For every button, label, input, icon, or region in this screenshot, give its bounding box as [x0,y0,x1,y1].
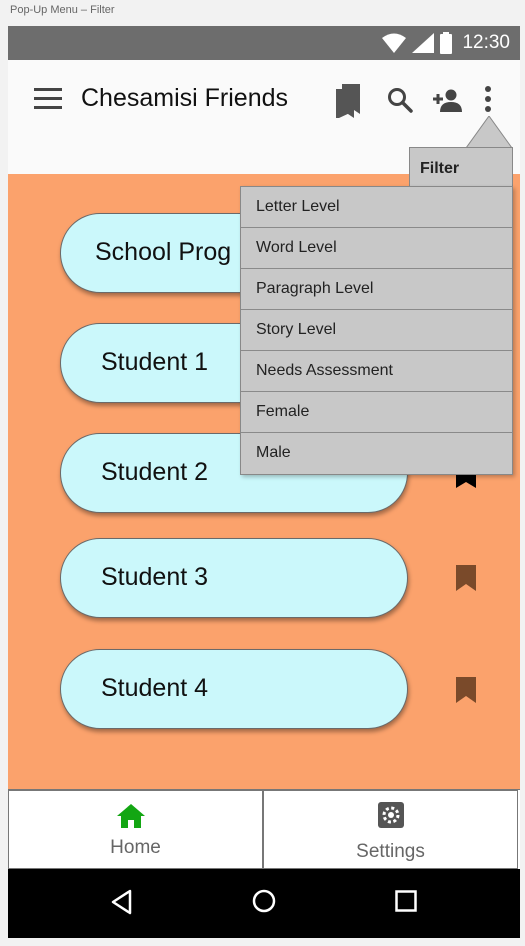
bookmark-icon[interactable] [456,565,476,591]
list-item-student-4[interactable]: Student 4 [60,649,408,729]
bottom-navigation: Home Settings [8,789,520,869]
bookmark-icon[interactable] [456,677,476,703]
menu-icon[interactable] [34,88,62,110]
menu-item-story-level[interactable]: Story Level [241,310,512,351]
list-item-label: Student 2 [101,458,209,486]
nav-home[interactable]: Home [8,790,263,869]
filter-menu: Letter Level Word Level Paragraph Level … [240,186,513,475]
list-item-label: School Prog [95,238,232,266]
menu-item-letter-level[interactable]: Letter Level [241,187,512,228]
filter-menu-title: Filter [420,160,460,177]
phone-screen: 12:30 Chesamisi Friends School Prog Stud… [8,26,520,938]
menu-item-paragraph-level[interactable]: Paragraph Level [241,269,512,310]
status-bar: 12:30 [8,26,520,60]
settings-gear-icon [378,802,404,828]
wifi-icon [382,33,407,53]
list-item-label: Student 3 [101,563,209,591]
dropdown-caret [466,116,512,148]
filter-menu-header: Filter [409,147,513,187]
overview-square-icon[interactable] [395,890,417,912]
menu-item-needs-assessment[interactable]: Needs Assessment [241,351,512,392]
status-time: 12:30 [462,32,510,53]
status-icons: 12:30 [382,31,510,55]
system-navigation-bar [8,869,520,938]
add-person-icon[interactable] [428,88,462,112]
back-icon[interactable] [110,889,132,915]
nav-settings-label: Settings [356,841,425,862]
list-item-student-3[interactable]: Student 3 [60,538,408,618]
nav-settings[interactable]: Settings [263,790,518,869]
frame-label: Pop-Up Menu – Filter [10,4,115,16]
more-vert-icon[interactable] [484,86,492,112]
battery-icon [440,32,453,54]
bookmarks-icon[interactable] [334,84,362,118]
app-title: Chesamisi Friends [81,84,289,112]
search-icon[interactable] [387,87,413,113]
list-item-label: Student 1 [101,348,209,376]
menu-item-female[interactable]: Female [241,392,512,433]
menu-item-word-level[interactable]: Word Level [241,228,512,269]
home-circle-icon[interactable] [252,889,276,913]
list-item-label: Student 4 [101,674,209,702]
cell-signal-icon [412,33,435,53]
menu-item-male[interactable]: Male [241,433,512,474]
home-icon [117,804,145,828]
nav-home-label: Home [110,837,161,858]
